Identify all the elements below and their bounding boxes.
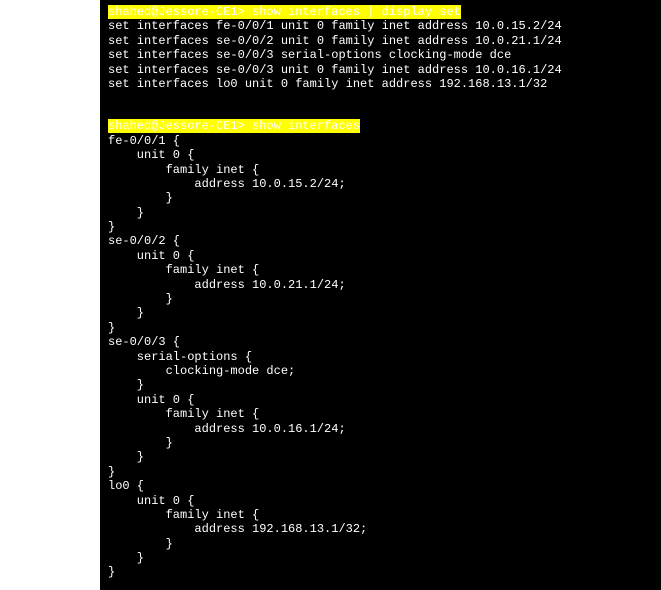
output-line: family inet { [100, 163, 661, 177]
output-line: set interfaces se-0/0/3 unit 0 family in… [100, 63, 661, 77]
output-line: address 192.168.13.1/32; [100, 522, 661, 536]
prompt-2: shahed@Jessore-CE1> show interfaces [108, 119, 360, 133]
output-line: } [100, 206, 661, 220]
output-line: family inet { [100, 508, 661, 522]
output-line: fe-0/0/1 { [100, 134, 661, 148]
terminal-window: shahed@Jessore-CE1> show interfaces | di… [100, 0, 661, 590]
output-line: serial-options { [100, 350, 661, 364]
output-line: } [100, 465, 661, 479]
output-line: } [100, 191, 661, 205]
output-line: family inet { [100, 407, 661, 421]
output-line: family inet { [100, 263, 661, 277]
output-line: unit 0 { [100, 148, 661, 162]
output-line: set interfaces lo0 unit 0 family inet ad… [100, 77, 661, 91]
output-line: } [100, 306, 661, 320]
output-line: se-0/0/2 { [100, 234, 661, 248]
prompt-line-1: shahed@Jessore-CE1> show interfaces | di… [100, 5, 661, 19]
spacer [100, 105, 661, 119]
output-line: address 10.0.21.1/24; [100, 278, 661, 292]
output-line: address 10.0.16.1/24; [100, 422, 661, 436]
output-line: } [100, 220, 661, 234]
output-line: } [100, 537, 661, 551]
output-line: } [100, 378, 661, 392]
output-line: lo0 { [100, 479, 661, 493]
output-line: } [100, 436, 661, 450]
output-line: unit 0 { [100, 494, 661, 508]
output-line: set interfaces se-0/0/2 unit 0 family in… [100, 34, 661, 48]
output-line: se-0/0/3 { [100, 335, 661, 349]
output-line: } [100, 321, 661, 335]
output-line: } [100, 292, 661, 306]
prompt-1: shahed@Jessore-CE1> show interfaces | di… [108, 5, 461, 19]
spacer [100, 91, 661, 105]
output-line: unit 0 { [100, 249, 661, 263]
output-line: set interfaces fe-0/0/1 unit 0 family in… [100, 19, 661, 33]
output-line: clocking-mode dce; [100, 364, 661, 378]
output-line: unit 0 { [100, 393, 661, 407]
output-line: } [100, 551, 661, 565]
prompt-line-2: shahed@Jessore-CE1> show interfaces [100, 119, 661, 133]
output-line: address 10.0.15.2/24; [100, 177, 661, 191]
output-line: set interfaces se-0/0/3 serial-options c… [100, 48, 661, 62]
output-line: } [100, 450, 661, 464]
